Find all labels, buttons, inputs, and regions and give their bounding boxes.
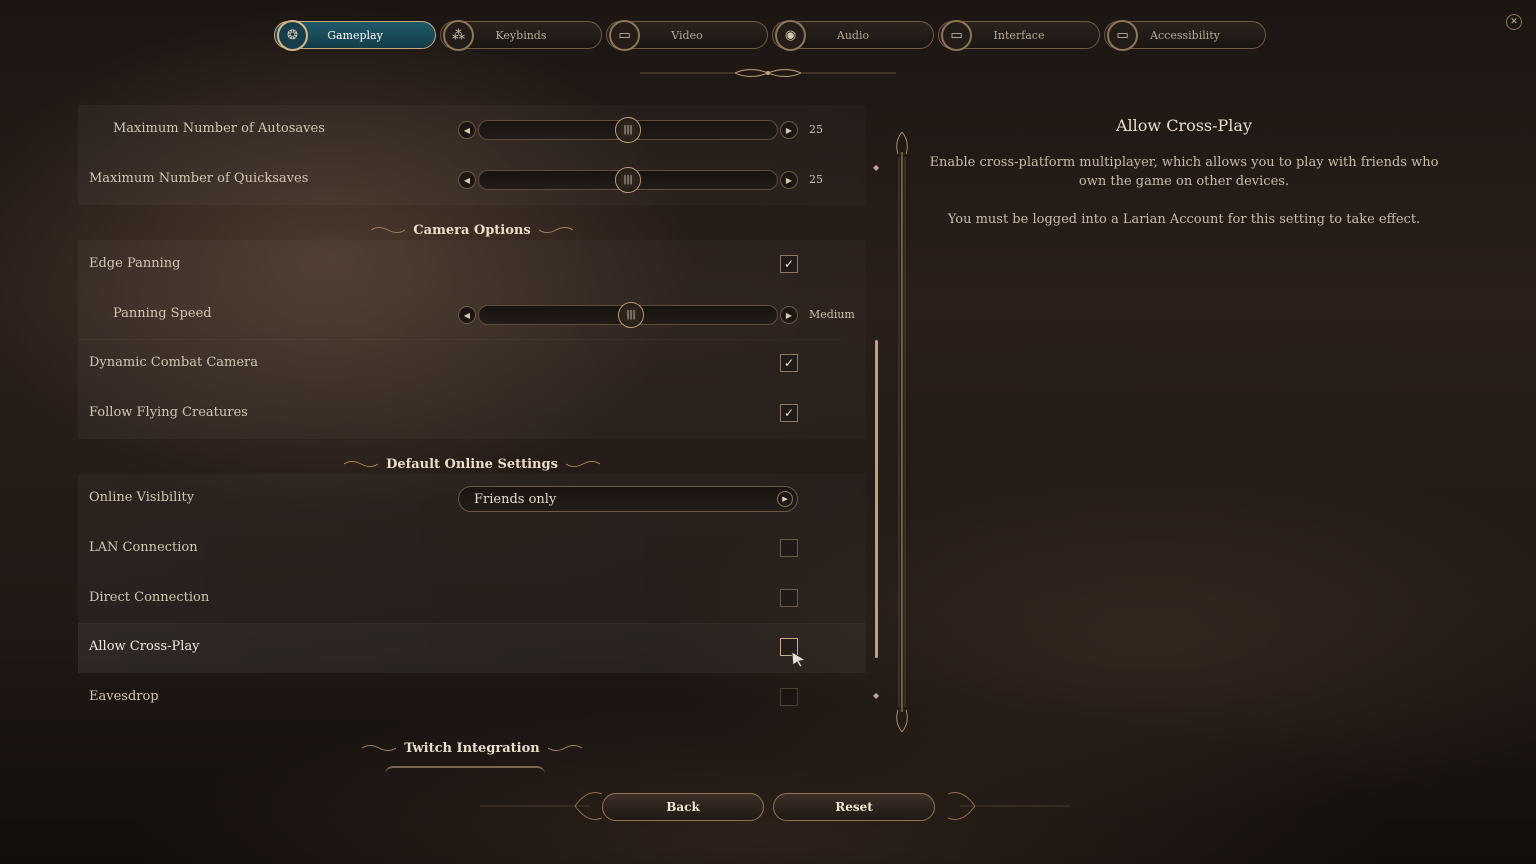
twitch-option-preview	[385, 766, 545, 774]
setting-row-eavesdrop: Eavesdrop	[78, 673, 866, 723]
speaker-icon: ◉	[775, 20, 806, 51]
setting-label: Maximum Number of Quicksaves	[89, 171, 309, 186]
setting-row-direct-connection: Direct Connection	[78, 574, 866, 624]
monitor-icon: ▭	[1107, 20, 1138, 51]
slider-decrease-icon[interactable]: ◀	[458, 171, 476, 189]
slider-decrease-icon[interactable]: ◀	[458, 121, 476, 139]
keybinds-icon: ⁂	[443, 20, 474, 51]
section-title: Twitch Integration	[404, 740, 540, 756]
slider-increase-icon[interactable]: ▶	[780, 121, 798, 139]
slider-decrease-icon[interactable]: ◀	[458, 306, 476, 324]
tab-audio[interactable]: ◉ Audio	[772, 20, 934, 51]
setting-label: Panning Speed	[113, 306, 212, 321]
slider-value: 25	[809, 123, 823, 136]
flourish-left-icon	[371, 227, 406, 233]
chevron-right-icon[interactable]: ▶	[777, 491, 793, 507]
slider-value: Medium	[809, 308, 855, 321]
dropdown-value: Friends only	[474, 492, 557, 507]
flourish-right-icon	[565, 461, 600, 467]
setting-label: Online Visibility	[89, 490, 195, 505]
tab-label: Keybinds	[495, 28, 547, 42]
section-title: Camera Options	[413, 222, 531, 238]
panning-speed-slider[interactable]: ◀ ▶ |||	[458, 302, 798, 328]
reset-button[interactable]: Reset	[773, 793, 935, 821]
setting-row-lan-connection: LAN Connection	[78, 524, 866, 574]
tab-label: Gameplay	[327, 28, 383, 42]
slider-thumb[interactable]: |||	[618, 302, 644, 328]
settings-tab-bar: ❂ Gameplay ⁂ Keybinds ▭ Video ◉ Audio ▭ …	[274, 20, 1268, 51]
tab-video[interactable]: ▭ Video	[606, 20, 768, 51]
slider-value: 25	[809, 173, 823, 186]
close-button[interactable]: ✕	[1506, 14, 1522, 30]
direct-connection-checkbox[interactable]	[780, 589, 798, 607]
header-ornament	[640, 68, 896, 78]
tab-interface[interactable]: ▭ Interface	[938, 20, 1100, 51]
tab-accessibility[interactable]: ▭ Accessibility	[1104, 20, 1266, 51]
eavesdrop-checkbox[interactable]	[780, 688, 798, 706]
setting-row-panning-speed: Panning Speed ◀ ▶ ||| Medium	[78, 290, 866, 340]
quicksaves-slider[interactable]: ◀ ▶ |||	[458, 167, 798, 193]
setting-label: Edge Panning	[89, 256, 181, 271]
slider-increase-icon[interactable]: ▶	[780, 171, 798, 189]
setting-description-panel: Allow Cross-Play Enable cross-platform m…	[926, 116, 1442, 248]
tab-keybinds[interactable]: ⁂ Keybinds	[440, 20, 602, 51]
setting-row-autosaves: Maximum Number of Autosaves ◀ ▶ ||| 25	[78, 105, 866, 155]
tab-gameplay[interactable]: ❂ Gameplay	[274, 20, 436, 51]
setting-label: Dynamic Combat Camera	[89, 355, 258, 370]
flourish-left-icon	[362, 745, 397, 751]
slider-increase-icon[interactable]: ▶	[780, 306, 798, 324]
setting-row-dynamic-camera: Dynamic Combat Camera ✓	[78, 339, 866, 389]
scrollbar-thumb[interactable]	[875, 340, 878, 658]
lan-connection-checkbox[interactable]	[780, 539, 798, 557]
close-icon: ✕	[1510, 17, 1518, 27]
autosaves-slider[interactable]: ◀ ▶ |||	[458, 117, 798, 143]
section-title: Default Online Settings	[386, 456, 558, 472]
monitor-icon: ▭	[941, 20, 972, 51]
flourish-left-icon	[344, 461, 379, 467]
gameplay-icon: ❂	[277, 20, 308, 51]
monitor-icon: ▭	[609, 20, 640, 51]
slider-thumb[interactable]: |||	[615, 167, 641, 193]
setting-label: Maximum Number of Autosaves	[113, 121, 325, 136]
setting-label: LAN Connection	[89, 540, 198, 555]
dynamic-camera-checkbox[interactable]: ✓	[780, 354, 798, 372]
setting-label: Direct Connection	[89, 590, 210, 605]
back-button[interactable]: Back	[602, 793, 764, 821]
flourish-right-icon	[547, 745, 582, 751]
setting-row-online-visibility: Online Visibility Friends only ▶	[78, 474, 866, 524]
online-visibility-dropdown[interactable]: Friends only ▶	[458, 486, 798, 512]
follow-flying-checkbox[interactable]: ✓	[780, 404, 798, 422]
description-text: Enable cross-platform multiplayer, which…	[929, 155, 1439, 189]
tab-label: Accessibility	[1150, 28, 1220, 42]
setting-row-follow-flying: Follow Flying Creatures ✓	[78, 389, 866, 439]
edge-panning-checkbox[interactable]: ✓	[780, 255, 798, 273]
setting-row-quicksaves: Maximum Number of Quicksaves ◀ ▶ ||| 25	[78, 155, 866, 205]
setting-label: Allow Cross-Play	[89, 639, 200, 654]
tab-label: Audio	[836, 28, 870, 42]
tab-label: Interface	[993, 28, 1045, 42]
scroll-up-icon[interactable]: ◆	[873, 163, 879, 172]
description-note: You must be logged into a Larian Account…	[947, 212, 1421, 227]
setting-row-cross-play: Allow Cross-Play	[78, 623, 866, 673]
setting-row-edge-panning: Edge Panning ✓	[78, 240, 866, 290]
scroll-down-icon[interactable]: ◆	[873, 691, 879, 700]
section-header-twitch: Twitch Integration	[78, 733, 866, 763]
setting-label: Follow Flying Creatures	[89, 405, 248, 420]
slider-thumb[interactable]: |||	[615, 117, 641, 143]
mouse-cursor-icon	[791, 651, 807, 667]
tab-label: Video	[671, 28, 703, 42]
description-title: Allow Cross-Play	[1115, 116, 1252, 135]
panel-divider	[896, 132, 908, 732]
flourish-right-icon	[538, 227, 573, 233]
setting-label: Eavesdrop	[89, 689, 159, 704]
